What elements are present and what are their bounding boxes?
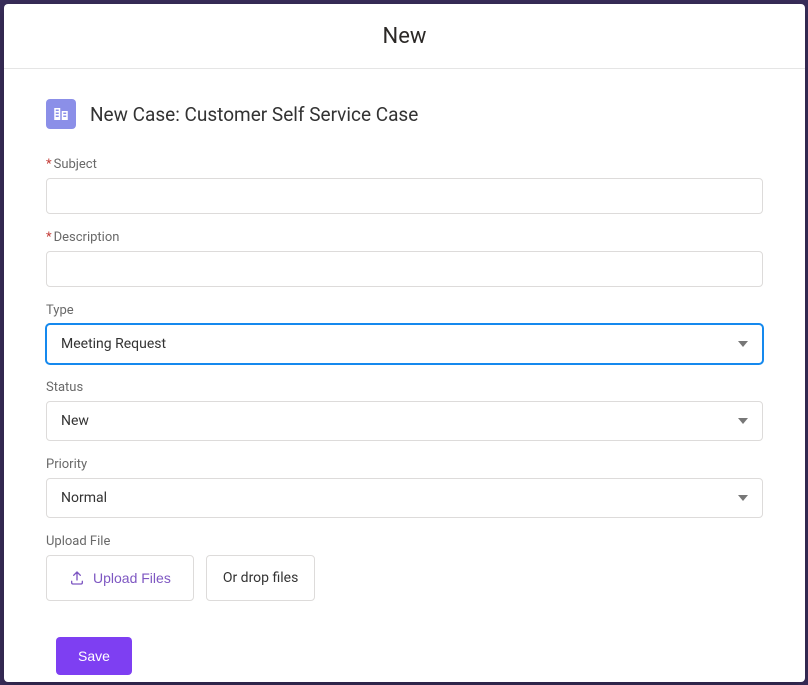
new-case-modal: New New Case: Customer Self Service Case… bbox=[4, 4, 805, 682]
priority-select[interactable]: Normal bbox=[46, 478, 763, 518]
upload-row: Upload Files Or drop files bbox=[46, 555, 763, 601]
upload-label: Upload File bbox=[46, 534, 763, 549]
modal-title: New bbox=[4, 24, 805, 49]
form-header: New Case: Customer Self Service Case bbox=[46, 99, 763, 129]
type-select-value: Meeting Request bbox=[61, 336, 166, 352]
chevron-down-icon bbox=[738, 418, 748, 424]
upload-button-label: Upload Files bbox=[93, 570, 171, 586]
priority-label: Priority bbox=[46, 457, 763, 472]
case-icon bbox=[46, 99, 76, 129]
priority-select-value: Normal bbox=[61, 490, 107, 506]
status-group: Status New bbox=[46, 380, 763, 441]
chevron-down-icon bbox=[738, 341, 748, 347]
type-label: Type bbox=[46, 303, 763, 318]
description-label: *Description bbox=[46, 230, 763, 245]
modal-header: New bbox=[4, 4, 805, 69]
priority-group: Priority Normal bbox=[46, 457, 763, 518]
status-select-value: New bbox=[61, 413, 89, 429]
type-group: Type Meeting Request bbox=[46, 303, 763, 364]
subject-group: *Subject bbox=[46, 157, 763, 214]
status-select[interactable]: New bbox=[46, 401, 763, 441]
upload-files-button[interactable]: Upload Files bbox=[46, 555, 194, 601]
save-button[interactable]: Save bbox=[56, 637, 132, 675]
upload-group: Upload File Upload Files Or drop files bbox=[46, 534, 763, 601]
modal-body: New Case: Customer Self Service Case *Su… bbox=[4, 69, 805, 682]
chevron-down-icon bbox=[738, 495, 748, 501]
required-mark: * bbox=[46, 157, 52, 172]
type-select[interactable]: Meeting Request bbox=[46, 324, 763, 364]
form-title: New Case: Customer Self Service Case bbox=[90, 103, 418, 126]
description-input[interactable] bbox=[46, 251, 763, 287]
subject-input[interactable] bbox=[46, 178, 763, 214]
status-label: Status bbox=[46, 380, 763, 395]
description-group: *Description bbox=[46, 230, 763, 287]
required-mark: * bbox=[46, 230, 52, 245]
subject-label: *Subject bbox=[46, 157, 763, 172]
drop-files-area[interactable]: Or drop files bbox=[206, 555, 315, 601]
upload-icon bbox=[69, 570, 85, 586]
